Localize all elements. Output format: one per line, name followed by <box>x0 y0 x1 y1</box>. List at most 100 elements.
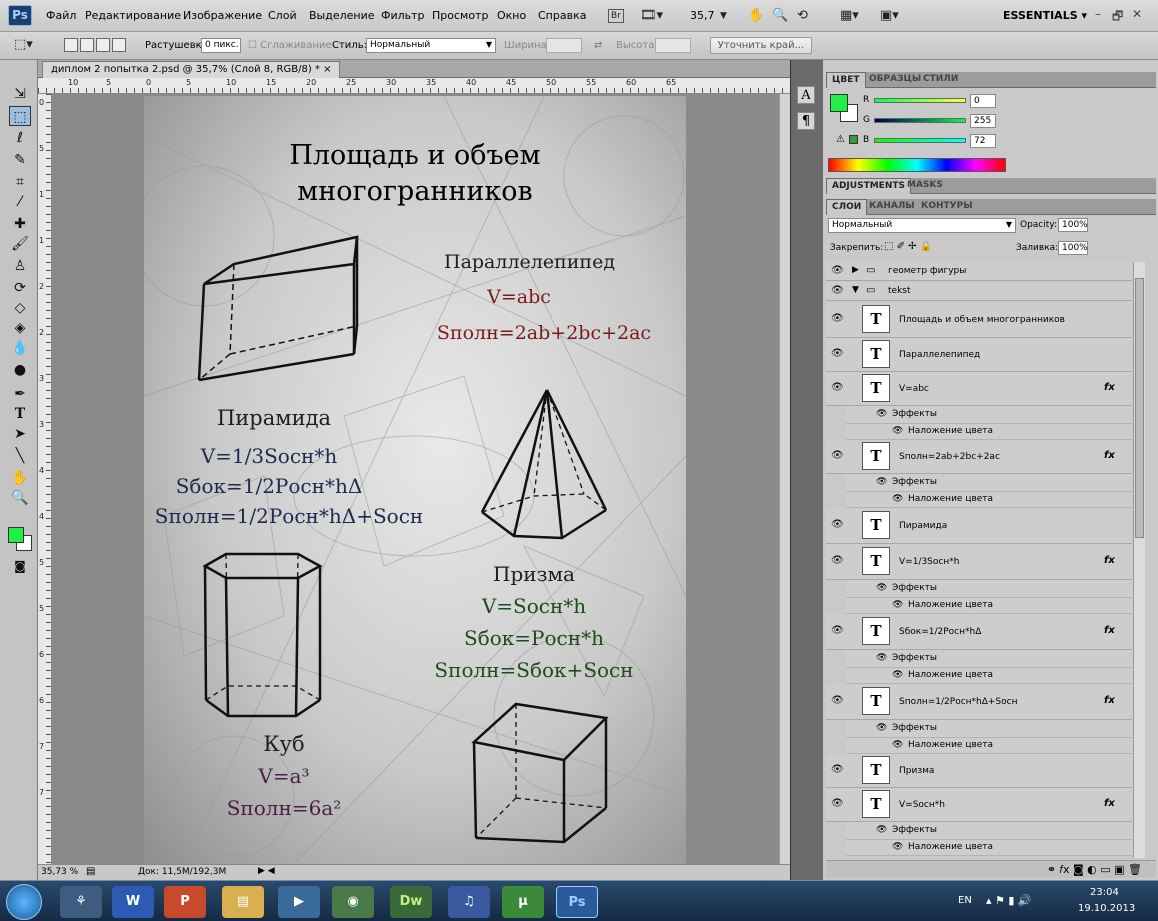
quick-select-icon[interactable]: ✎ <box>9 150 31 170</box>
explorer-icon[interactable]: ▤ <box>222 886 264 918</box>
eye-icon[interactable]: 👁 <box>892 494 903 504</box>
layer-pyr-sb[interactable]: 👁 T Sбок=1/2Pосн*hΔ fx <box>826 614 1132 650</box>
close-tab-icon[interactable]: × <box>323 64 331 75</box>
screen-mode-icon[interactable]: ▣▾ <box>880 7 899 25</box>
layer-group-tekst[interactable]: 👁 ▼ ▭ tekst <box>826 282 1132 301</box>
hand-tool-icon[interactable]: ✋ <box>9 468 31 488</box>
fx-icon[interactable]: fx <box>1104 555 1115 566</box>
fx-icon[interactable]: fx <box>1104 382 1115 393</box>
blend-mode-select[interactable]: Нормальный ▼ <box>828 218 1016 233</box>
intersect-selection-icon[interactable] <box>112 38 126 52</box>
menu-help[interactable]: Справка <box>538 9 586 22</box>
r-value[interactable]: 0 <box>970 94 996 108</box>
menu-file[interactable]: Файл <box>46 9 76 22</box>
eye-icon[interactable]: 👁 <box>892 670 903 680</box>
tab-layers[interactable]: СЛОИ <box>826 199 868 215</box>
color-overlay-row[interactable]: 👁 Наложение цвета <box>846 840 1132 856</box>
style-select[interactable]: Нормальный ▼ <box>366 38 496 53</box>
eye-icon[interactable]: 👁 <box>892 426 903 436</box>
tab-paths[interactable]: КОНТУРЫ <box>916 199 978 215</box>
add-selection-icon[interactable] <box>80 38 94 52</box>
fx-icon[interactable]: fx <box>1104 695 1115 706</box>
tab-color[interactable]: ЦВЕТ <box>826 72 866 88</box>
eye-icon[interactable]: 👁 <box>876 409 887 419</box>
zoom-level[interactable]: 35,7 <box>690 9 715 22</box>
menu-image[interactable]: Изображение <box>183 9 262 22</box>
refine-edge-button[interactable]: Уточнить край... <box>710 37 812 54</box>
workspace-switcher[interactable]: ESSENTIALS ▾ <box>1003 9 1087 22</box>
language-indicator[interactable]: EN <box>958 895 972 906</box>
color-overlay-row[interactable]: 👁 Наложение цвета <box>846 668 1132 684</box>
eye-icon[interactable]: 👁 <box>831 625 844 636</box>
eye-icon[interactable]: 👁 <box>831 555 844 566</box>
paint-bucket-icon[interactable]: ◈ <box>9 318 31 338</box>
zoom-tool-icon[interactable]: 🔍 <box>772 7 788 25</box>
history-brush-icon[interactable]: ⟳ <box>9 278 31 298</box>
menu-window[interactable]: Окно <box>497 9 526 22</box>
brush-tool-icon[interactable]: 🖌 <box>9 234 31 254</box>
fg-color-swatch-front[interactable] <box>830 94 848 112</box>
effects-row[interactable]: 👁 Эффекты <box>846 406 1132 424</box>
lock-icons[interactable]: ⬚ ✐ ✢ 🔒 <box>884 241 932 252</box>
eye-icon[interactable]: 👁 <box>876 477 887 487</box>
paragraph-panel-icon[interactable]: ¶ <box>797 112 815 130</box>
b-slider[interactable] <box>874 138 966 143</box>
clock-date[interactable]: 19.10.2013 <box>1078 903 1135 914</box>
color-spectrum-bar[interactable] <box>828 158 1006 172</box>
gamut-warning-icon[interactable]: ⚠ <box>836 134 845 145</box>
width-input[interactable] <box>546 38 582 53</box>
tab-channels[interactable]: КАНАЛЫ <box>864 199 920 215</box>
layer-pyr-sp[interactable]: 👁 T Sполн=1/2Pосн*hΔ+Sосн fx <box>826 684 1132 720</box>
zoom-tool-icon[interactable]: 🔍 <box>9 488 31 508</box>
crop-tool-icon[interactable]: ⌗ <box>9 172 31 192</box>
layers-scrollbar[interactable] <box>1133 262 1145 858</box>
effects-row[interactable]: 👁 Эффекты <box>846 650 1132 668</box>
swap-icon[interactable]: ⇄ <box>594 40 602 51</box>
clock-time[interactable]: 23:04 <box>1090 887 1119 898</box>
eye-icon[interactable]: 👁 <box>831 798 844 809</box>
arrange-documents-icon[interactable]: ▦▾ <box>840 7 859 25</box>
color-overlay-row[interactable]: 👁 Наложение цвета <box>846 492 1132 508</box>
menu-filter[interactable]: Фильтр <box>381 9 425 22</box>
document-tab[interactable]: диплом 2 попытка 2.psd @ 35,7% (Слой 8, … <box>42 61 341 78</box>
g-slider[interactable] <box>874 118 966 123</box>
tab-adjustments[interactable]: ADJUSTMENTS <box>826 178 911 194</box>
restore-button[interactable]: 🗗 <box>1112 7 1123 28</box>
dreamweaver-icon[interactable]: Dw <box>390 886 432 918</box>
color-overlay-row[interactable]: 👁 Наложение цвета <box>846 424 1132 440</box>
layer-prism[interactable]: 👁 T Призма <box>826 754 1132 788</box>
color-overlay-row[interactable]: 👁 Наложение цвета <box>846 598 1132 614</box>
canvas-area[interactable]: Площадь и объем многогранников Параллеле… <box>52 94 790 864</box>
eye-icon[interactable]: 👁 <box>876 583 887 593</box>
tab-masks[interactable]: MASKS <box>902 178 948 194</box>
eye-icon[interactable]: 👁 <box>892 740 903 750</box>
chevron-down-icon[interactable]: ▼ <box>720 7 727 25</box>
eye-icon[interactable]: 👁 <box>831 313 844 324</box>
character-panel-icon[interactable]: A <box>797 86 815 104</box>
color-overlay-row[interactable]: 👁 Наложение цвета <box>846 738 1132 754</box>
chrome-icon[interactable]: ◉ <box>332 886 374 918</box>
fx-icon[interactable]: fx <box>1104 450 1115 461</box>
height-input[interactable] <box>655 38 691 53</box>
b-value[interactable]: 72 <box>970 134 996 148</box>
rotate-view-icon[interactable]: ⟲ <box>797 7 808 25</box>
layers-footer-icons[interactable]: ⚭ 𝑓x ◙ ◐ ▭ ▣ 🗑 <box>826 860 1156 878</box>
start-button[interactable] <box>6 884 42 920</box>
utorrent-icon[interactable]: μ <box>502 886 544 918</box>
eye-icon[interactable]: 👁 <box>831 382 844 393</box>
menu-select[interactable]: Выделение <box>309 9 375 22</box>
new-selection-icon[interactable] <box>64 38 78 52</box>
chevron-down-icon[interactable]: ▼ <box>852 285 859 295</box>
close-button[interactable]: ✕ <box>1132 7 1142 21</box>
layer-pyramid[interactable]: 👁 T Пирамида <box>826 508 1132 544</box>
menu-view[interactable]: Просмотр <box>432 9 488 22</box>
status-zoom[interactable]: 35,73 % <box>41 867 78 877</box>
effects-row[interactable]: 👁 Эффекты <box>846 580 1132 598</box>
fx-icon[interactable]: fx <box>1104 798 1115 809</box>
eye-icon[interactable]: 👁 <box>892 842 903 852</box>
effects-row[interactable]: 👁 Эффекты <box>846 474 1132 492</box>
itunes-icon[interactable]: ♫ <box>448 886 490 918</box>
eye-icon[interactable]: 👁 <box>876 723 887 733</box>
gamut-swatch[interactable] <box>849 135 858 144</box>
poster-canvas[interactable]: Площадь и объем многогранников Параллеле… <box>144 96 686 864</box>
